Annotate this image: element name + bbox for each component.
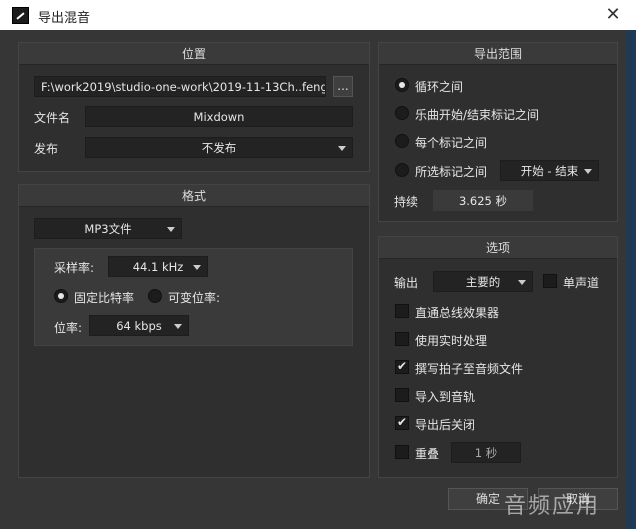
range-each-marker-label: 每个标记之间 bbox=[415, 136, 488, 150]
options-header: 选项 bbox=[379, 237, 617, 259]
duration-label: 持续 bbox=[394, 195, 419, 209]
app-icon bbox=[12, 7, 29, 24]
samplerate-select-value: 44.1 kHz bbox=[132, 260, 184, 274]
write-tempo-label: 撰写拍子至音频文件 bbox=[415, 362, 524, 376]
mono-checkbox[interactable] bbox=[543, 274, 557, 288]
range-each-marker-radio[interactable] bbox=[395, 134, 409, 148]
marker-range-select-value: 开始 - 结束 bbox=[520, 164, 579, 178]
close-icon[interactable]: ✕ bbox=[602, 4, 624, 26]
realtime-label: 使用实时处理 bbox=[415, 334, 488, 348]
write-tempo-checkbox[interactable] bbox=[395, 359, 409, 374]
vbr-radio[interactable] bbox=[148, 289, 162, 303]
range-selected-markers-radio[interactable] bbox=[395, 163, 409, 177]
cbr-radio[interactable] bbox=[54, 289, 68, 303]
samplerate-select[interactable]: 44.1 kHz bbox=[108, 256, 208, 277]
cbr-label: 固定比特率 bbox=[74, 291, 135, 305]
bus-fx-checkbox[interactable] bbox=[395, 304, 409, 318]
duration-field: 3.625 秒 bbox=[433, 190, 533, 211]
watermark: 音频应用 bbox=[504, 494, 601, 519]
format-select[interactable]: MP3文件 bbox=[34, 218, 182, 239]
range-song-radio[interactable] bbox=[395, 106, 409, 120]
filename-input[interactable]: Mixdown bbox=[85, 106, 353, 127]
overlap-label: 重叠 bbox=[415, 447, 440, 461]
vbr-label: 可变位率: bbox=[168, 291, 221, 305]
mono-label: 单声道 bbox=[563, 276, 600, 290]
publish-label: 发布 bbox=[34, 142, 59, 156]
import-track-checkbox[interactable] bbox=[395, 388, 409, 402]
title-bar: 导出混音 ✕ bbox=[0, 0, 636, 30]
samplerate-label: 采样率: bbox=[54, 261, 95, 275]
close-after-export-label: 导出后关闭 bbox=[415, 418, 476, 432]
range-song-label: 乐曲开始/结束标记之间 bbox=[415, 108, 540, 122]
bitrate-select[interactable]: 64 kbps bbox=[89, 315, 189, 336]
browse-button[interactable]: ... bbox=[333, 76, 353, 97]
publish-select[interactable]: 不发布 bbox=[85, 137, 353, 158]
format-select-value: MP3文件 bbox=[84, 222, 132, 236]
overlap-input[interactable]: 1 秒 bbox=[451, 442, 521, 463]
output-label: 输出 bbox=[394, 276, 419, 290]
marker-range-select[interactable]: 开始 - 结束 bbox=[500, 160, 599, 181]
range-header: 导出范围 bbox=[379, 43, 617, 65]
output-select[interactable]: 主要的 bbox=[433, 271, 533, 292]
range-loop-radio[interactable] bbox=[395, 78, 409, 92]
format-header: 格式 bbox=[19, 185, 369, 207]
range-selected-markers-label: 所选标记之间 bbox=[415, 165, 488, 179]
path-field[interactable]: F:\work2019\studio-one-work\2019-11-13Ch… bbox=[34, 76, 326, 97]
realtime-checkbox[interactable] bbox=[395, 332, 409, 346]
bitrate-select-value: 64 kbps bbox=[116, 319, 162, 333]
background-window-edge bbox=[626, 30, 636, 529]
import-track-label: 导入到音轨 bbox=[415, 390, 476, 404]
output-select-value: 主要的 bbox=[465, 275, 501, 289]
range-loop-label: 循环之间 bbox=[415, 80, 464, 94]
bitrate-label: 位率: bbox=[54, 321, 83, 335]
publish-select-value: 不发布 bbox=[201, 141, 237, 155]
location-header: 位置 bbox=[19, 43, 369, 65]
overlap-checkbox[interactable] bbox=[395, 445, 409, 459]
window-title: 导出混音 bbox=[38, 11, 91, 26]
bus-fx-label: 直通总线效果器 bbox=[415, 306, 500, 320]
filename-label: 文件名 bbox=[34, 111, 71, 125]
close-after-export-checkbox[interactable] bbox=[395, 415, 409, 430]
